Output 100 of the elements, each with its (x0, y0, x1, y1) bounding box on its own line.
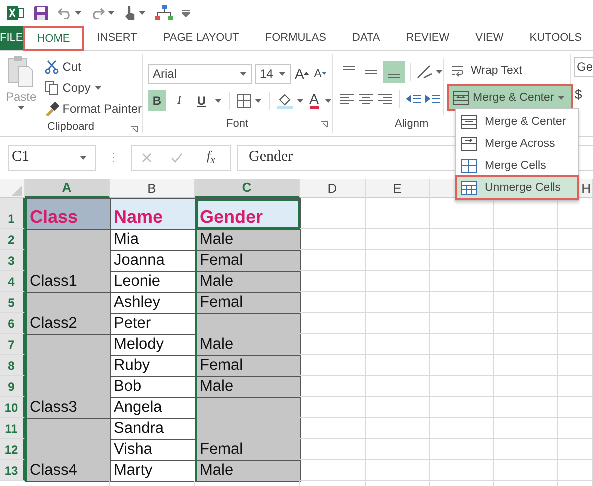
grow-font-button[interactable]: A (294, 63, 310, 84)
table-cell[interactable]: Male (195, 271, 301, 293)
table-cell[interactable]: Class3 (25, 334, 111, 419)
caret-icon[interactable] (214, 98, 222, 102)
table-cell[interactable]: Femal (195, 355, 301, 377)
caret-icon[interactable] (75, 11, 82, 15)
copy-icon (44, 80, 59, 94)
format-painter-button[interactable]: Format Painter (42, 98, 144, 119)
group-label: Alignm (395, 118, 429, 130)
fill-color-icon[interactable] (276, 92, 293, 108)
dialog-launcher-icon[interactable] (321, 121, 328, 128)
column-header[interactable]: C (195, 179, 300, 198)
table-cell[interactable]: Male (195, 460, 301, 482)
table-cell[interactable]: Femal (195, 250, 301, 272)
italic-button[interactable]: I (170, 90, 189, 111)
ribbon-tab[interactable]: KUTOOLS (516, 26, 593, 50)
file-tab[interactable]: FILE (0, 26, 24, 50)
menu-item[interactable]: Merge & Center (457, 111, 577, 132)
row-header[interactable]: 6 (0, 313, 25, 334)
customize-toolbar-icon[interactable] (182, 10, 190, 16)
underline-button[interactable]: U (192, 90, 211, 111)
table-cell[interactable]: Male (195, 376, 301, 398)
table-cell[interactable]: Name (110, 198, 196, 230)
caret-icon (18, 106, 25, 110)
select-all-corner-icon[interactable] (12, 186, 22, 196)
merge-center-icon (453, 90, 469, 104)
row-header[interactable]: 12 (0, 439, 25, 460)
row-header[interactable]: 8 (0, 355, 25, 376)
caret-icon (279, 72, 286, 76)
font-size-field[interactable]: 14 (255, 64, 291, 84)
number-format-field[interactable]: Ge (574, 57, 593, 77)
caret-icon[interactable] (108, 11, 115, 15)
table-cell[interactable]: Male (195, 313, 301, 356)
scissors-icon (44, 60, 59, 74)
bottom-align-icon[interactable] (383, 60, 405, 82)
row-header[interactable]: 10 (0, 397, 25, 418)
ribbon-tab[interactable]: INSERT (84, 26, 150, 50)
row-header[interactable]: 4 (0, 271, 25, 292)
merged-grid-icon (461, 158, 477, 172)
row-header[interactable]: 13 (0, 460, 25, 481)
currency-button[interactable]: $ (574, 84, 593, 105)
caret-icon[interactable] (325, 98, 332, 102)
down-caret-icon (322, 72, 327, 75)
row-header[interactable]: 1 (0, 198, 25, 229)
dialog-launcher-icon[interactable] (131, 126, 138, 133)
ribbon-tab[interactable]: PAGE LAYOUT (150, 26, 252, 50)
align-right-icon[interactable] (377, 92, 393, 106)
row-header[interactable]: 3 (0, 250, 25, 271)
table-cell[interactable]: Gender (195, 198, 301, 230)
hand-pointer-icon[interactable] (124, 5, 136, 21)
caret-icon[interactable] (436, 70, 443, 74)
name-box[interactable]: C1 (8, 144, 96, 170)
font-name-field[interactable]: Arial (148, 64, 252, 84)
bold-button[interactable]: B (148, 90, 166, 111)
save-icon[interactable] (34, 6, 49, 20)
borders-icon[interactable] (236, 94, 251, 108)
ribbon-tab[interactable]: DATA (340, 26, 394, 50)
align-left-icon[interactable] (339, 92, 355, 106)
row-header[interactable]: 5 (0, 292, 25, 313)
align-center-icon[interactable] (358, 92, 374, 106)
row-header[interactable]: 2 (0, 229, 25, 250)
cancel-icon[interactable] (142, 152, 152, 162)
column-header[interactable]: A (25, 179, 110, 198)
grid-icon (461, 180, 477, 194)
cut-button[interactable]: Cut (42, 56, 144, 77)
column-header[interactable]: B (110, 179, 195, 198)
caret-icon[interactable] (296, 98, 304, 102)
caret-icon (240, 72, 247, 76)
undo-icon[interactable] (58, 7, 72, 19)
insert-function-button[interactable]: f$_{x}$ (202, 148, 220, 167)
copy-button[interactable]: Copy (42, 77, 144, 98)
group-label: Clipboard (47, 120, 95, 132)
table-cell[interactable]: Male (195, 229, 301, 251)
menu-item[interactable]: Unmerge Cells (457, 177, 577, 198)
hierarchy-diagram-icon[interactable] (155, 5, 173, 21)
row-header[interactable]: 11 (0, 418, 25, 439)
enter-check-icon[interactable] (170, 152, 183, 162)
column-header[interactable]: E (366, 179, 430, 198)
table-cell[interactable]: Class2 (25, 292, 111, 335)
caret-icon[interactable] (139, 11, 146, 15)
shrink-font-button[interactable]: A (313, 63, 328, 84)
column-header[interactable]: D (300, 179, 366, 198)
row-header[interactable]: 9 (0, 376, 25, 397)
text-orientation-icon[interactable] (416, 64, 434, 80)
ribbon-tab[interactable]: FORMULAS (252, 26, 340, 50)
redo-icon[interactable] (91, 7, 105, 19)
wrap-text-button[interactable]: Wrap Text (449, 60, 572, 81)
table-cell[interactable]: Femal (195, 292, 301, 314)
ribbon-tab[interactable]: HOME (23, 26, 84, 51)
ribbon-tab[interactable]: REVIEW (393, 26, 463, 50)
font-color-button[interactable]: A (308, 90, 322, 111)
table-cell[interactable]: Femal (195, 397, 301, 461)
table-cell[interactable]: Class1 (25, 229, 111, 293)
table-cell[interactable]: Class4 (25, 418, 111, 482)
row-header[interactable]: 7 (0, 334, 25, 355)
merge-center-button[interactable]: Merge & Center (449, 86, 572, 109)
caret-icon (94, 86, 102, 90)
caret-icon[interactable] (254, 98, 262, 102)
spreadsheet-logo-icon[interactable] (7, 5, 25, 21)
ribbon-tab[interactable]: VIEW (462, 26, 517, 50)
